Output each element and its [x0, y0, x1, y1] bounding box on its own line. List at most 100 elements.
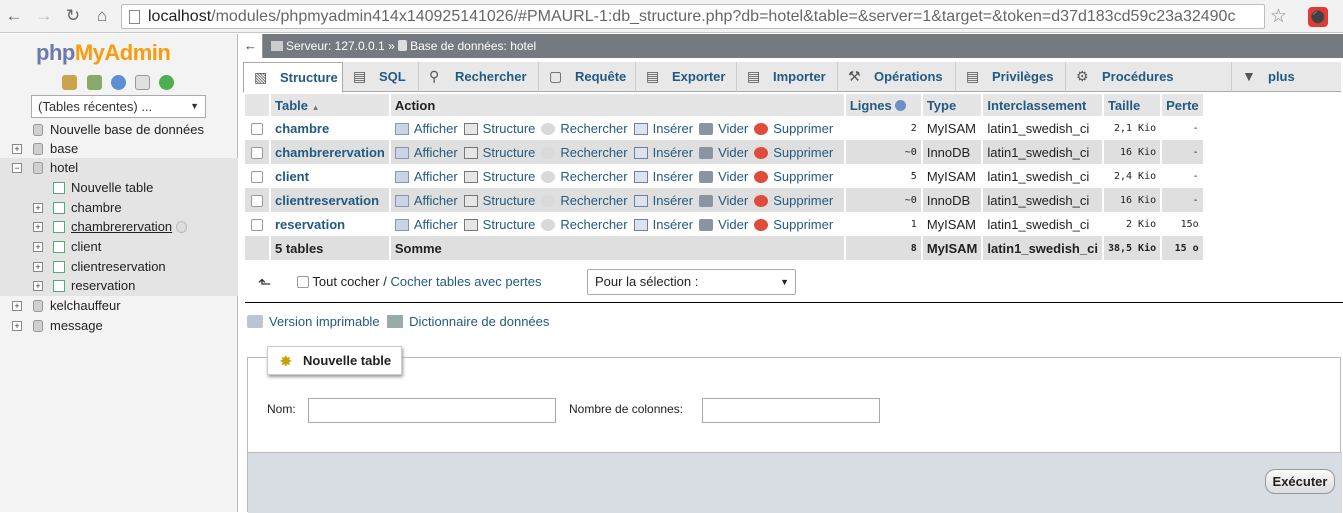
expand-icon[interactable]: + [12, 321, 22, 331]
tab-operations[interactable]: ⚒ Opérations [838, 62, 956, 92]
forward-arrow-icon[interactable]: → [34, 6, 54, 26]
action-empty[interactable]: Vider [699, 217, 754, 232]
row-checkbox[interactable] [251, 122, 263, 135]
header-size[interactable]: Taille [1102, 94, 1163, 116]
header-collation[interactable]: Interclassement [982, 94, 1104, 116]
action-drop[interactable]: Supprimer [754, 169, 839, 184]
tree-table-chambre[interactable]: + chambre [0, 198, 238, 218]
row-checkbox[interactable] [251, 146, 263, 159]
tab-search[interactable]: ⚲ Rechercher [419, 62, 539, 92]
action-search[interactable]: Rechercher [541, 169, 633, 184]
collapse-sidebar-icon[interactable]: ← [239, 34, 263, 58]
execute-button[interactable]: Exécuter [1265, 469, 1335, 494]
bookmark-star-icon[interactable]: ☆ [1270, 5, 1287, 28]
action-drop[interactable]: Supprimer [754, 217, 839, 232]
header-table[interactable]: Table ▲ [270, 94, 391, 116]
action-search[interactable]: Rechercher [541, 193, 633, 208]
table-name-link[interactable]: chambre [275, 121, 329, 136]
action-structure[interactable]: Structure [463, 217, 542, 232]
action-structure[interactable]: Structure [463, 145, 542, 160]
tree-table-reservation[interactable]: + reservation [0, 276, 238, 296]
header-type[interactable]: Type [921, 94, 984, 116]
action-empty[interactable]: Vider [699, 145, 754, 160]
exit-icon[interactable] [87, 75, 102, 90]
tab-privileges[interactable]: ▤ Privilèges [956, 62, 1066, 92]
back-arrow-icon[interactable]: ← [4, 6, 24, 26]
action-insert[interactable]: Insérer [633, 169, 699, 184]
tab-more[interactable]: ▼ plus [1232, 62, 1312, 92]
action-browse[interactable]: Afficher [394, 169, 464, 184]
row-checkbox[interactable] [251, 170, 263, 183]
action-browse[interactable]: Afficher [394, 193, 464, 208]
action-drop[interactable]: Supprimer [754, 145, 839, 160]
expand-icon[interactable]: + [12, 144, 22, 154]
action-browse[interactable]: Afficher [394, 217, 464, 232]
tree-table-client[interactable]: + client [0, 237, 238, 257]
tree-db-kelchauffeur[interactable]: + kelchauffeur [0, 296, 238, 316]
recent-tables-select[interactable]: (Tables récentes) ... ▼ [31, 95, 206, 118]
action-insert[interactable]: Insérer [633, 121, 699, 136]
expand-icon[interactable]: + [33, 281, 43, 291]
action-search[interactable]: Rechercher [541, 121, 633, 136]
adblock-icon[interactable]: ⚫ [1308, 7, 1328, 27]
tree-db-hotel[interactable]: − hotel [0, 158, 238, 178]
action-browse[interactable]: Afficher [394, 121, 464, 136]
action-search[interactable]: Rechercher [541, 145, 633, 160]
row-checkbox[interactable] [251, 218, 263, 231]
table-name-link[interactable]: chambrerervation [275, 145, 385, 160]
action-drop[interactable]: Supprimer [754, 121, 839, 136]
tree-new-table[interactable]: Nouvelle table [0, 178, 238, 198]
tree-db-message[interactable]: + message [0, 316, 238, 336]
action-insert[interactable]: Insérer [633, 193, 699, 208]
tree-table-clientreservation[interactable]: + clientreservation [0, 257, 238, 277]
tree-table-chambrerervation[interactable]: + chambrerervation [0, 217, 238, 237]
action-structure[interactable]: Structure [463, 121, 542, 136]
home-icon[interactable] [62, 75, 77, 90]
breadcrumb-database[interactable]: Base de données: hotel [410, 39, 536, 53]
header-rows[interactable]: Lignes [844, 94, 923, 116]
expand-icon[interactable]: + [33, 222, 43, 232]
check-overhead-link[interactable]: Cocher tables avec pertes [390, 274, 541, 289]
expand-icon[interactable]: + [33, 242, 43, 252]
action-structure[interactable]: Structure [463, 193, 542, 208]
row-checkbox[interactable] [251, 194, 263, 207]
table-name-link[interactable]: client [275, 169, 309, 184]
check-all-checkbox[interactable] [297, 276, 309, 288]
collapse-icon[interactable]: − [12, 163, 22, 173]
expand-icon[interactable]: + [12, 301, 22, 311]
tab-routines[interactable]: ⚙Procédures stockées [1066, 62, 1232, 113]
table-name-link[interactable]: reservation [275, 217, 345, 232]
address-bar[interactable]: localhost/modules/phpmyadmin414x14092514… [121, 4, 1265, 29]
tab-import[interactable]: ▤ Importer [737, 62, 838, 92]
tab-export[interactable]: ▤ Exporter [636, 62, 737, 92]
expand-icon[interactable]: + [33, 262, 43, 272]
table-name-input[interactable] [308, 398, 556, 423]
expand-icon[interactable]: + [33, 203, 43, 213]
columns-count-input[interactable] [702, 398, 880, 423]
action-empty[interactable]: Vider [699, 193, 754, 208]
home-icon[interactable]: ⌂ [92, 6, 112, 26]
action-drop[interactable]: Supprimer [754, 193, 839, 208]
help-icon[interactable] [895, 99, 907, 111]
action-insert[interactable]: Insérer [633, 145, 699, 160]
lightbulb-icon[interactable] [176, 221, 187, 233]
reload-icon[interactable]: ↻ [63, 6, 83, 26]
action-empty[interactable]: Vider [699, 169, 754, 184]
with-selected-select[interactable]: Pour la sélection : ▼ [587, 269, 796, 295]
table-name-link[interactable]: clientreservation [275, 193, 379, 208]
action-search[interactable]: Rechercher [541, 217, 633, 232]
print-link[interactable]: Version imprimable [269, 314, 380, 329]
docs-icon[interactable] [135, 75, 150, 90]
tree-new-database[interactable]: Nouvelle base de données [0, 120, 238, 140]
action-insert[interactable]: Insérer [633, 217, 699, 232]
tab-structure[interactable]: ▧ Structure [243, 62, 343, 93]
help-icon[interactable] [111, 75, 126, 90]
tree-db-base[interactable]: + base [0, 139, 238, 159]
phpmyadmin-logo[interactable]: phpMyAdmin [36, 40, 171, 66]
tab-sql[interactable]: ▤ SQL [343, 62, 419, 92]
breadcrumb-server[interactable]: Serveur: 127.0.0.1 [286, 39, 385, 53]
action-browse[interactable]: Afficher [394, 145, 464, 160]
header-overhead[interactable]: Perte [1161, 94, 1205, 116]
action-empty[interactable]: Vider [699, 121, 754, 136]
check-all-label[interactable]: Tout cocher [312, 274, 379, 289]
